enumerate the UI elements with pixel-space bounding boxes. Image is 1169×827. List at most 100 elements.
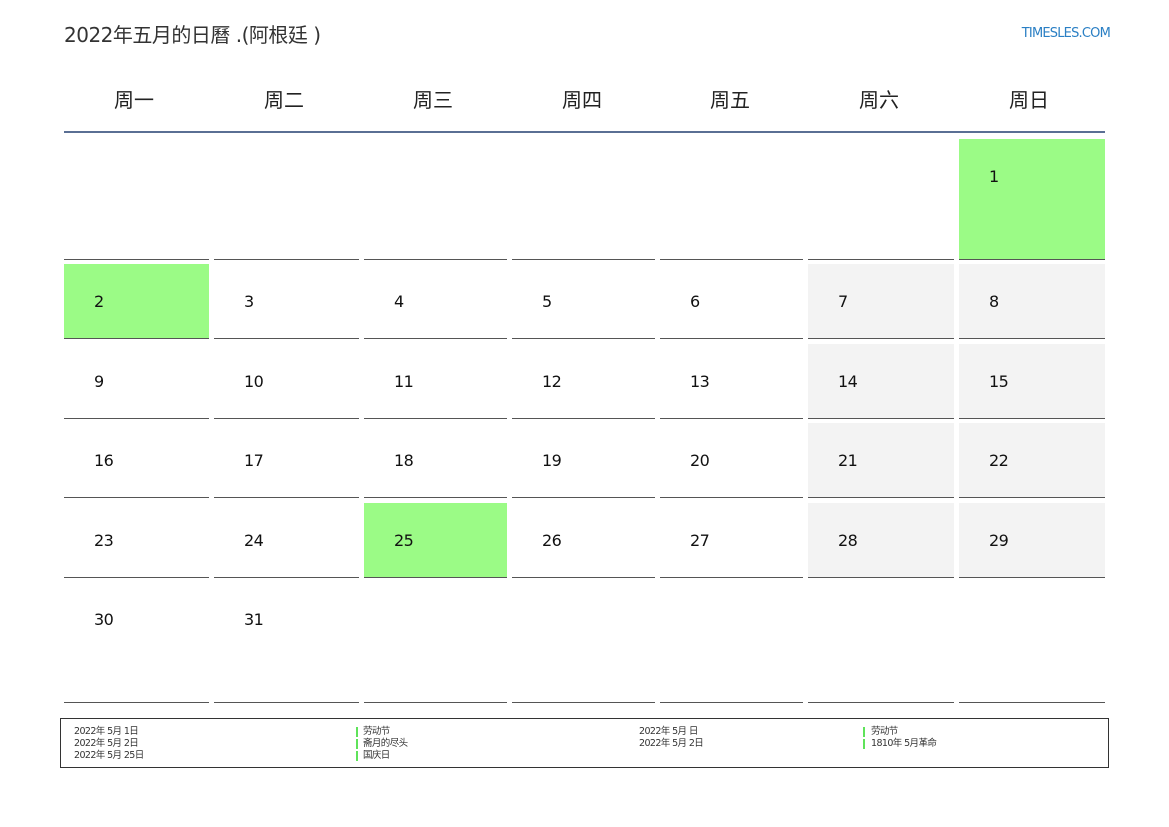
holiday-day-cell[interactable]: 25: [364, 503, 507, 578]
day-cell[interactable]: 24: [214, 503, 359, 578]
weekday-sat: 周六: [859, 88, 899, 112]
page-title: 2022年五月的日曆 .(阿根廷 ): [64, 23, 321, 47]
day-cell[interactable]: 31: [214, 582, 359, 703]
day-number: 31: [244, 610, 264, 629]
day-cell[interactable]: 17: [214, 423, 359, 498]
day-cell[interactable]: 30: [64, 582, 209, 703]
legend-holiday-name: 1810年 5月革命: [871, 738, 937, 749]
day-cell[interactable]: 6: [660, 264, 803, 339]
day-number: 17: [244, 451, 264, 470]
day-cell[interactable]: 3: [214, 264, 359, 339]
day-number: 15: [989, 372, 1009, 391]
day-number: 24: [244, 531, 264, 550]
day-cell[interactable]: 9: [64, 344, 209, 419]
day-cell[interactable]: 4: [364, 264, 507, 339]
day-cell[interactable]: 26: [512, 503, 655, 578]
legend-marker: [863, 727, 865, 737]
day-number: 25: [394, 531, 414, 550]
day-cell[interactable]: 19: [512, 423, 655, 498]
day-cell[interactable]: 12: [512, 344, 655, 419]
weekday-tue: 周二: [264, 88, 304, 112]
day-number: 13: [690, 372, 710, 391]
day-number: 14: [838, 372, 858, 391]
empty-day-cell: [660, 582, 803, 703]
day-number: 30: [94, 610, 114, 629]
day-number: 21: [838, 451, 858, 470]
weekday-sun: 周日: [1009, 88, 1049, 112]
day-cell[interactable]: 15: [959, 344, 1105, 419]
holiday-day-cell[interactable]: 1: [959, 139, 1105, 260]
day-cell[interactable]: 5: [512, 264, 655, 339]
day-cell[interactable]: 18: [364, 423, 507, 498]
day-number: 16: [94, 451, 114, 470]
day-number: 11: [394, 372, 414, 391]
day-number: 20: [690, 451, 710, 470]
empty-day-cell: [214, 139, 359, 260]
empty-day-cell: [512, 139, 655, 260]
day-number: 12: [542, 372, 562, 391]
day-cell[interactable]: 23: [64, 503, 209, 578]
day-number: 22: [989, 451, 1009, 470]
day-number: 28: [838, 531, 858, 550]
day-cell[interactable]: 10: [214, 344, 359, 419]
day-number: 3: [244, 292, 254, 311]
legend-date: 2022年 5月 2日: [639, 738, 704, 749]
legend-date: 2022年 5月 25日: [74, 750, 144, 761]
weekday-header-row: 周一 周二 周三 周四 周五 周六 周日: [64, 84, 1105, 116]
site-link[interactable]: TIMESLES.COM: [1022, 26, 1111, 41]
day-cell[interactable]: 27: [660, 503, 803, 578]
empty-day-cell: [660, 139, 803, 260]
day-cell[interactable]: 22: [959, 423, 1105, 498]
day-number: 10: [244, 372, 264, 391]
legend-marker: [356, 751, 358, 761]
day-cell[interactable]: 16: [64, 423, 209, 498]
empty-day-cell: [808, 582, 954, 703]
legend-date: 2022年 5月 2日: [74, 738, 139, 749]
day-cell[interactable]: 13: [660, 344, 803, 419]
weekday-thu: 周四: [562, 88, 602, 112]
day-number: 18: [394, 451, 414, 470]
day-number: 9: [94, 372, 104, 391]
weekday-fri: 周五: [710, 88, 750, 112]
weekday-wed: 周三: [413, 88, 453, 112]
legend-holiday-name: 劳动节: [871, 726, 898, 737]
legend-holiday-name: 斋月的尽头: [363, 738, 408, 749]
day-cell[interactable]: 20: [660, 423, 803, 498]
legend-date: 2022年 5月 日: [639, 726, 698, 737]
day-number: 5: [542, 292, 552, 311]
day-number: 2: [94, 292, 104, 311]
legend-holiday-name: 国庆日: [363, 750, 390, 761]
header-divider: [64, 131, 1105, 133]
day-cell[interactable]: 29: [959, 503, 1105, 578]
legend-marker: [356, 739, 358, 749]
day-number: 19: [542, 451, 562, 470]
day-number: 1: [989, 167, 999, 186]
empty-day-cell: [512, 582, 655, 703]
legend-holiday-name: 劳动节: [363, 726, 390, 737]
day-number: 26: [542, 531, 562, 550]
empty-day-cell: [959, 582, 1105, 703]
empty-day-cell: [364, 582, 507, 703]
day-cell[interactable]: 8: [959, 264, 1105, 339]
day-number: 23: [94, 531, 114, 550]
legend-date: 2022年 5月 1日: [74, 726, 139, 737]
legend-marker: [863, 739, 865, 749]
holiday-legend: 2022年 5月 1日 2022年 5月 2日 2022年 5月 25日 劳动节…: [60, 718, 1109, 768]
legend-marker: [356, 727, 358, 737]
weekday-mon: 周一: [114, 88, 154, 112]
day-number: 7: [838, 292, 848, 311]
day-cell[interactable]: 21: [808, 423, 954, 498]
day-cell[interactable]: 14: [808, 344, 954, 419]
day-number: 8: [989, 292, 999, 311]
empty-day-cell: [808, 139, 954, 260]
day-cell[interactable]: 11: [364, 344, 507, 419]
day-cell[interactable]: 7: [808, 264, 954, 339]
empty-day-cell: [64, 139, 209, 260]
day-number: 27: [690, 531, 710, 550]
day-cell[interactable]: 28: [808, 503, 954, 578]
day-number: 4: [394, 292, 404, 311]
day-number: 6: [690, 292, 700, 311]
day-number: 29: [989, 531, 1009, 550]
empty-day-cell: [364, 139, 507, 260]
holiday-day-cell[interactable]: 2: [64, 264, 209, 339]
